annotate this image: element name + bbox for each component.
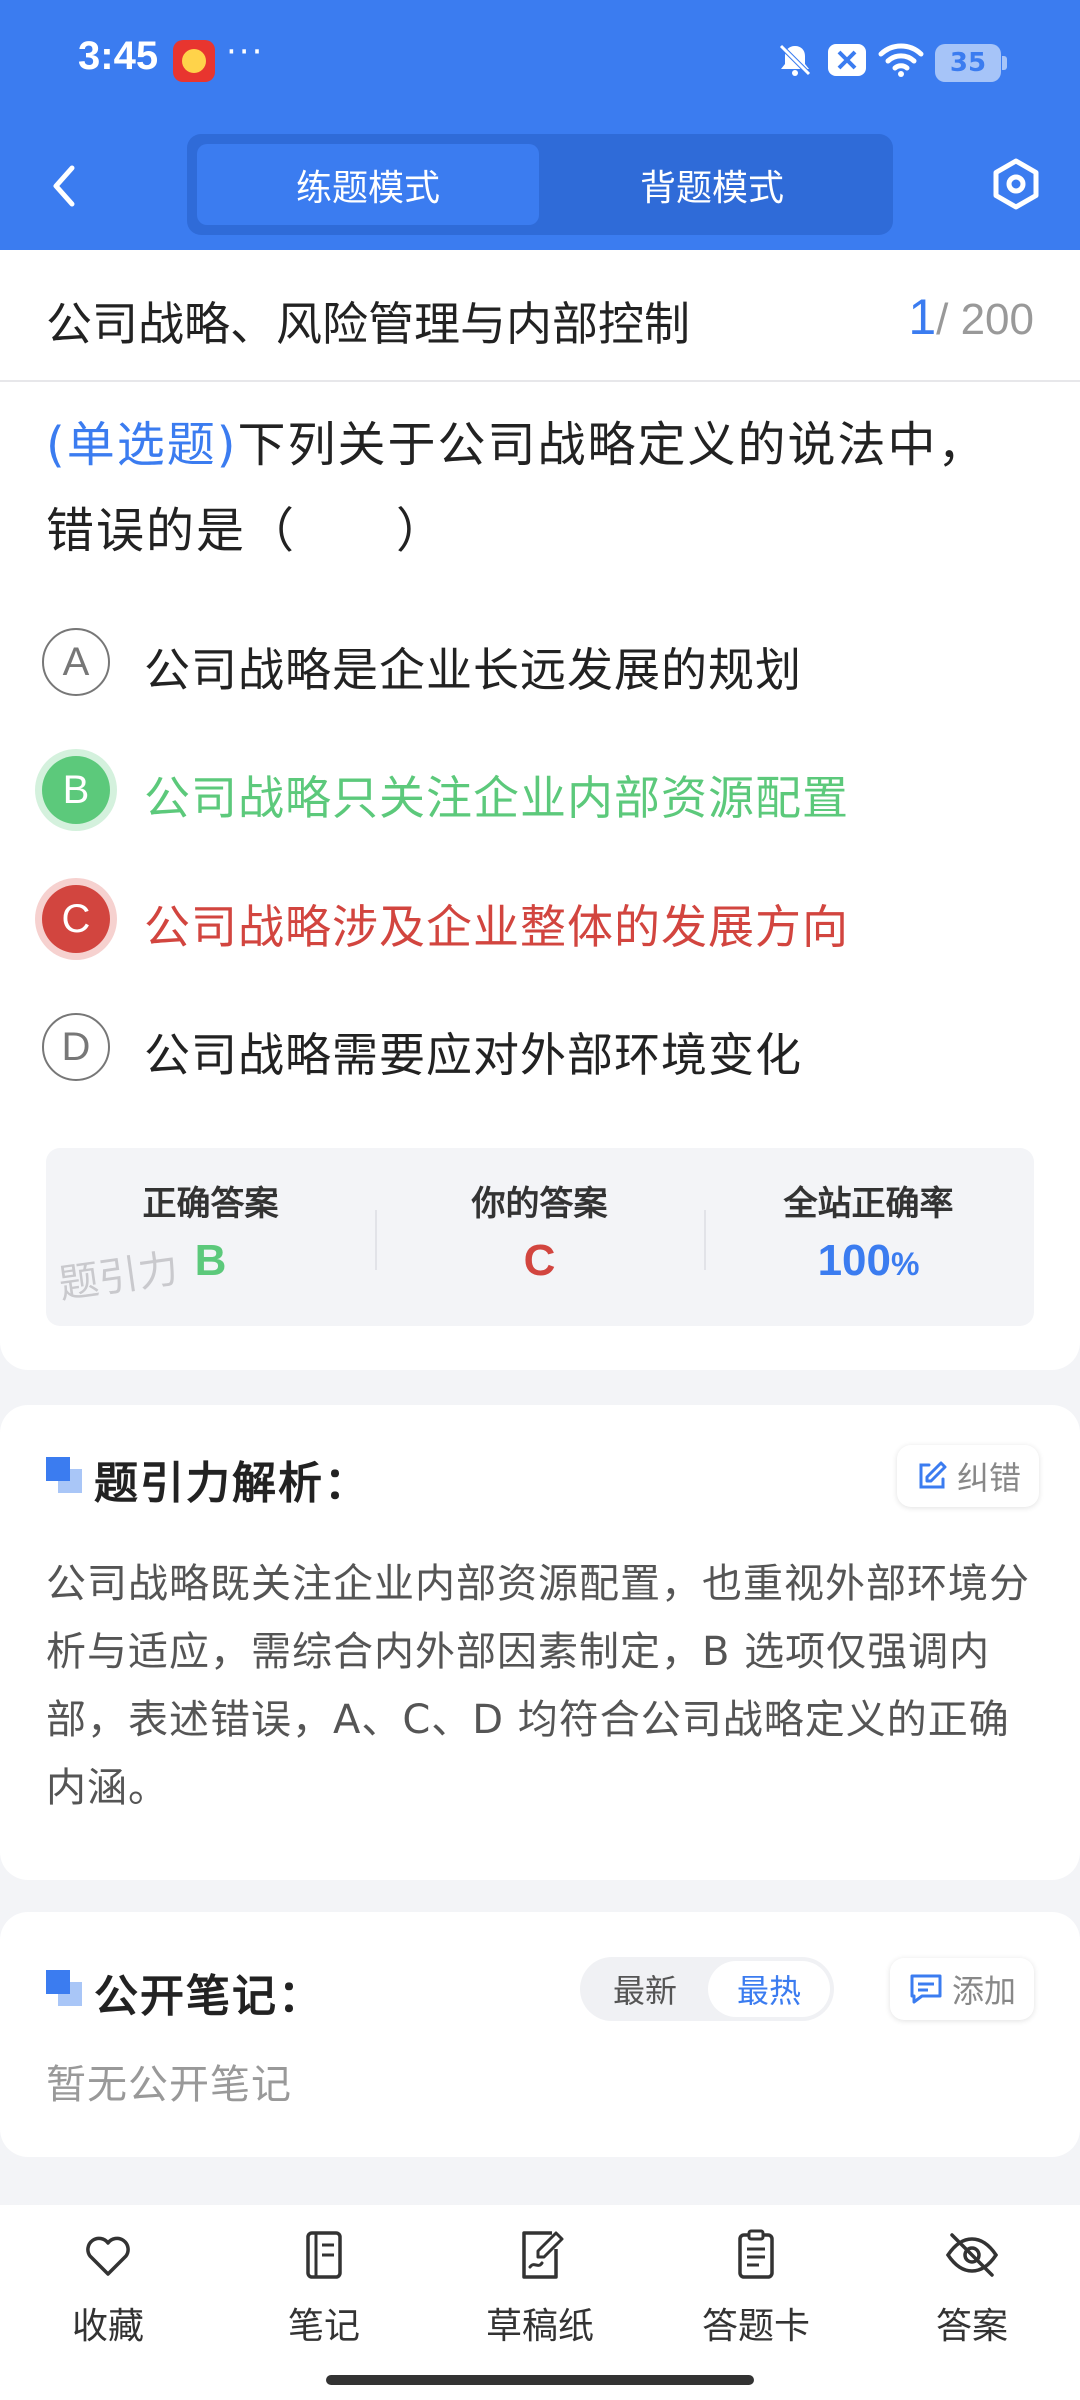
your-answer-value: C: [523, 1236, 556, 1285]
sort-hottest[interactable]: 最热: [708, 1961, 830, 2017]
option-text: 公司战略是企业长远发展的规划: [144, 643, 802, 697]
battery-icon: 35: [935, 44, 1007, 82]
tab-memorize-mode[interactable]: 背题模式: [541, 144, 883, 225]
sort-latest[interactable]: 最新: [584, 1961, 706, 2017]
option-d[interactable]: D 公司战略需要应对外部环境变化: [42, 1007, 1042, 1087]
progress-total: / 200: [936, 295, 1034, 344]
add-note-button[interactable]: 添加: [890, 1958, 1035, 2020]
mute-bell-icon: [779, 44, 811, 76]
mode-switch: 练题模式 背题模式: [187, 134, 893, 235]
show-answer-label: 答案: [935, 2306, 1008, 2347]
option-letter: D: [42, 1013, 110, 1081]
question-type: (单选题): [46, 417, 238, 473]
notes-label: 笔记: [287, 2306, 360, 2347]
chapter-header: 公司战略、风险管理与内部控制 1/ 200: [0, 250, 1080, 382]
option-text: 公司战略涉及企业整体的发展方向: [144, 900, 849, 954]
edit-icon: [919, 1461, 947, 1489]
eye-off-icon: [945, 2233, 999, 2277]
option-text: 公司战略需要应对外部环境变化: [144, 1028, 802, 1082]
your-answer-col: 你的答案 C: [375, 1148, 704, 1326]
answer-sheet-icon: [738, 2229, 774, 2279]
option-b[interactable]: B 公司战略只关注企业内部资源配置: [42, 750, 1042, 830]
show-answer-button[interactable]: 答案: [892, 2227, 1052, 2357]
chapter-title: 公司战略、风险管理与内部控制: [46, 297, 690, 351]
option-letter: A: [42, 628, 110, 696]
accuracy-label: 全站正确率: [783, 1184, 954, 1224]
status-time: 3:45: [78, 34, 159, 78]
analysis-text: 公司战略既关注企业内部资源配置，也重视外部环境分析与适应，需综合内外部因素制定，…: [46, 1561, 1030, 1811]
correct-answer-label: 正确答案: [142, 1184, 279, 1224]
progress-current: 1: [908, 289, 937, 345]
top-header: 3:45 ··· 35 练题模式 背题模式: [0, 0, 1080, 250]
option-a[interactable]: A 公司战略是企业长远发展的规划: [42, 622, 1042, 702]
bottom-toolbar: 收藏 笔记 草稿纸 答题卡 答案: [0, 2205, 1080, 2400]
notes-sort-switch: 最新 最热: [580, 1957, 834, 2021]
settings-button[interactable]: [990, 158, 1042, 210]
comment-icon: [910, 1974, 942, 2004]
app-notification-icon: [173, 40, 215, 82]
answer-summary: 正确答案 B 你的答案 C 全站正确率 100% 题引力: [46, 1148, 1034, 1326]
heart-icon: [86, 2236, 130, 2276]
accuracy-number: 100: [817, 1236, 891, 1285]
notes-button[interactable]: 笔记: [244, 2227, 404, 2357]
notes-empty-text: 暂无公开笔记: [46, 2062, 292, 2108]
analysis-title: 题引力解析：: [94, 1458, 370, 1509]
your-answer-label: 你的答案: [471, 1184, 608, 1224]
question-card: 公司战略、风险管理与内部控制 1/ 200 (单选题)下列关于公司战略定义的说法…: [0, 250, 1080, 1370]
wifi-icon: [878, 43, 924, 77]
section-marker-icon: [46, 1457, 82, 1493]
notes-title: 公开笔记：: [94, 1971, 324, 2022]
option-text: 公司战略只关注企业内部资源配置: [144, 771, 849, 825]
analysis-card: 题引力解析： 纠错 公司战略既关注企业内部资源配置，也重视外部环境分析与适应，需…: [0, 1405, 1080, 1880]
answer-sheet-button[interactable]: 答题卡: [676, 2227, 836, 2357]
back-button[interactable]: [40, 158, 90, 214]
report-error-button[interactable]: 纠错: [897, 1445, 1040, 1507]
option-letter: C: [42, 885, 110, 953]
more-notifications-icon: ···: [226, 32, 265, 72]
option-letter: B: [42, 756, 110, 824]
tab-practice-mode[interactable]: 练题模式: [197, 144, 539, 225]
answer-sheet-label: 答题卡: [701, 2306, 810, 2347]
favorite-label: 收藏: [71, 2306, 144, 2347]
accuracy-col: 全站正确率 100%: [704, 1148, 1033, 1326]
option-c[interactable]: C 公司战略涉及企业整体的发展方向: [42, 879, 1042, 959]
notes-card: 公开笔记： 最新 最热 添加 暂无公开笔记: [0, 1912, 1080, 2157]
draft-paper-button[interactable]: 草稿纸: [460, 2227, 620, 2357]
add-note-label: 添加: [952, 1972, 1017, 2010]
accuracy-value: 100%: [704, 1236, 1033, 1286]
report-error-label: 纠错: [957, 1459, 1022, 1497]
status-bar: 3:45 ··· 35: [0, 0, 1080, 125]
no-sim-icon: [828, 44, 866, 76]
accuracy-unit: %: [890, 1246, 920, 1282]
notebook-icon: [306, 2231, 342, 2279]
section-marker-icon: [46, 1970, 82, 2006]
home-indicator[interactable]: [326, 2375, 754, 2385]
draft-paper-icon: [522, 2231, 564, 2279]
favorite-button[interactable]: 收藏: [28, 2227, 188, 2357]
draft-paper-label: 草稿纸: [485, 2306, 594, 2347]
question-progress: 1/ 200: [908, 288, 1034, 346]
question-stem: (单选题)下列关于公司战略定义的说法中，错误的是（ ）: [46, 402, 1036, 574]
